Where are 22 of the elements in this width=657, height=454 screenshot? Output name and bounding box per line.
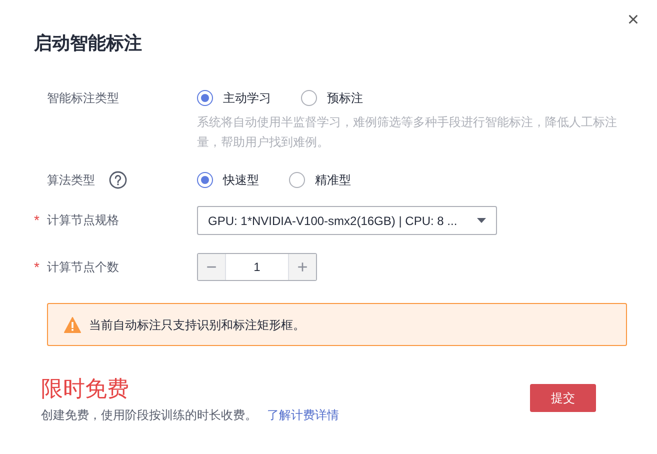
help-icon[interactable] bbox=[109, 171, 127, 189]
warning-icon bbox=[64, 316, 81, 332]
caret-icon bbox=[477, 218, 486, 223]
radio-option[interactable]: 预标注 bbox=[301, 89, 363, 107]
node-spec-select[interactable]: GPU: 1*NVIDIA-V100-smx2(16GB) | CPU: 8 ... bbox=[197, 206, 497, 235]
field-label: 计算节点个数 bbox=[47, 259, 119, 276]
field-description: 系统将自动使用半监督学习，难例筛选等多种手段进行智能标注，降低人工标注量，帮助用户找到难例。 bbox=[197, 114, 618, 151]
price-label: 限时免费 bbox=[41, 376, 130, 402]
dialog-title: 启动智能标注 bbox=[34, 32, 143, 55]
field-label: 计算节点规格 bbox=[47, 212, 119, 229]
billing-details-link[interactable]: 了解计费详情 bbox=[267, 406, 339, 424]
billing-note: 创建免费，使用阶段按训练的时长收费。 bbox=[41, 407, 257, 424]
radio-option[interactable]: 快速型 bbox=[197, 171, 259, 189]
required-mark: * bbox=[34, 258, 40, 276]
field-label: 智能标注类型 bbox=[47, 90, 119, 107]
close-button[interactable]: × bbox=[625, 8, 641, 32]
field-label: 算法类型 bbox=[47, 172, 95, 189]
alert-text: 当前自动标注只支持识别和标注矩形框。 bbox=[89, 316, 305, 334]
required-mark: * bbox=[34, 210, 40, 230]
submit-button[interactable]: 提交 bbox=[530, 384, 596, 412]
radio-option[interactable]: 主动学习 bbox=[197, 89, 271, 107]
radio-option[interactable]: 精准型 bbox=[289, 171, 351, 189]
